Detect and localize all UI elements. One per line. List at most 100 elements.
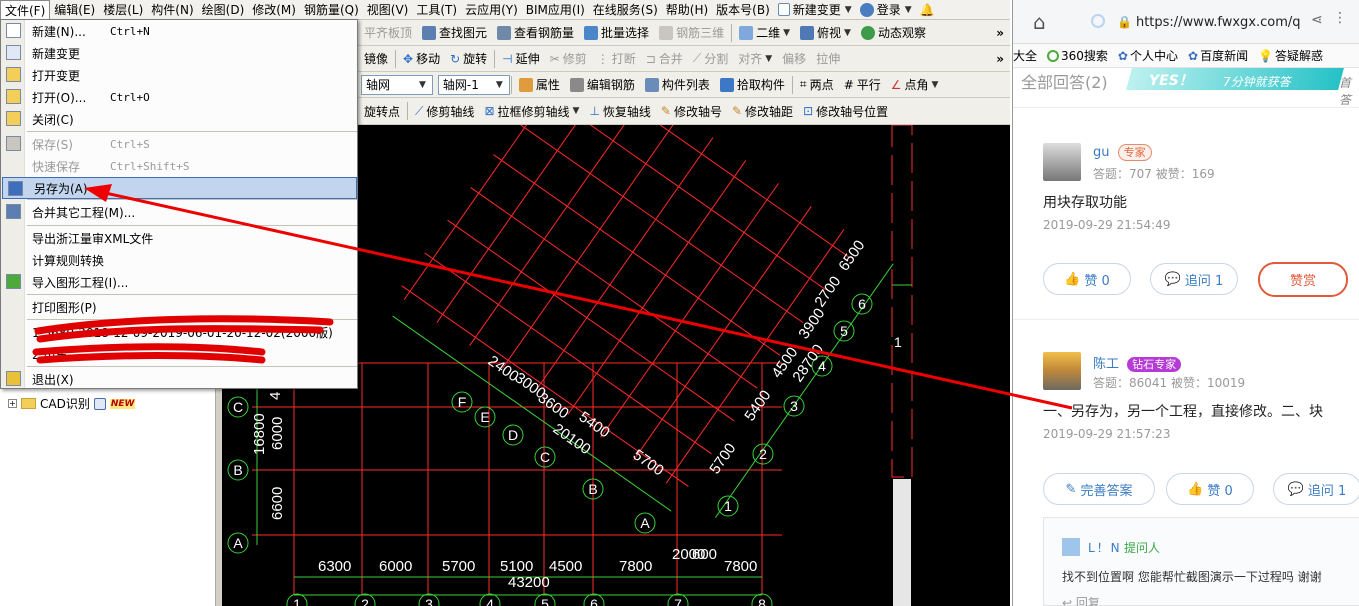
bookmark-all[interactable]: 大全 (1013, 47, 1037, 64)
rebar-3d-button[interactable]: 钢筋三维 (654, 22, 729, 44)
offset-button[interactable]: 偏移 (777, 48, 811, 70)
file-menu-item-1[interactable]: 新建变更 (1, 42, 357, 64)
menu-floor[interactable]: 楼层(L) (99, 0, 147, 20)
break-button[interactable]: ⋮ 打断 (592, 48, 641, 70)
answer-1-followup-button[interactable]: 💬 追问 1 (1150, 263, 1238, 295)
modify-axis-distance-button[interactable]: ✎ 修改轴距 (727, 100, 798, 122)
file-menu-item-8[interactable]: 合并其它工程(M)... (1, 201, 357, 223)
login-button[interactable]: 登录 ▼ (856, 0, 916, 20)
2d-view-dropdown[interactable]: 二维 ▼ (734, 22, 795, 44)
menu-tools[interactable]: 工具(T) (412, 0, 461, 20)
answer-2-author[interactable]: 陈工 钻石专家 (1093, 353, 1182, 372)
menu-version[interactable]: 版本号(B) (712, 0, 774, 20)
point-angle-button[interactable]: ∠ 点角 ▼ (886, 74, 944, 96)
mirror-button[interactable]: 镜像 (359, 48, 393, 70)
bookmark-baidu-news[interactable]: ✿ 百度新闻 (1188, 47, 1248, 64)
comment-author[interactable]: L！N (1088, 539, 1122, 556)
trim-button[interactable]: ✂ 修剪 (545, 48, 592, 70)
tree-item-cad-recognition[interactable]: + CAD识别 NEW (8, 395, 136, 412)
file-menu-item-3[interactable]: 打开(O)... Ctrl+O (1, 86, 357, 108)
file-menu-item-0[interactable]: 新建(N)... Ctrl+N (1, 20, 357, 42)
component-list-button[interactable]: 构件列表 (640, 74, 715, 96)
top-view-dropdown[interactable]: 俯视 ▼ (795, 22, 856, 44)
file-menu-item-2[interactable]: 打开变更 (1, 64, 357, 86)
answer-1-like-button[interactable]: 👍 赞 0 (1043, 263, 1131, 295)
answer-2-like-button[interactable]: 👍 赞 0 (1166, 473, 1254, 505)
menu-modify[interactable]: 修改(M) (248, 0, 300, 20)
box-trim-axis-button[interactable]: ⊠ 拉框修剪轴线 ▼ (479, 100, 584, 122)
more-icon[interactable]: ⋮ (1333, 10, 1347, 26)
canvas-side-strip (893, 479, 911, 606)
batch-select-button[interactable]: 批量选择 (579, 22, 654, 44)
file-menu-item-5[interactable]: 保存(S) Ctrl+S (1, 133, 357, 155)
file-menu-item-14[interactable]: 2 山东… (1, 343, 357, 365)
avatar[interactable] (1043, 143, 1081, 181)
modify-axis-number-button[interactable]: ✎ 修改轴号 (656, 100, 727, 122)
file-menu-item-7[interactable]: 另存为(A) (2, 177, 357, 199)
toolbar-overflow-icon[interactable]: » (996, 26, 1010, 40)
move-button[interactable]: ✥ 移动 (398, 48, 445, 70)
answer-2-improve-button[interactable]: ✎ 完善答案 (1043, 473, 1155, 505)
extend-button[interactable]: ⊣ 延伸 (497, 48, 544, 70)
edit-rebar-button[interactable]: 编辑钢筋 (565, 74, 640, 96)
toolbar-overflow-icon[interactable]: » (996, 52, 1010, 66)
menu-component[interactable]: 构件(N) (147, 0, 197, 20)
menu-cloud[interactable]: 云应用(Y) (461, 0, 522, 20)
file-menu-item-9[interactable]: 导出浙江量审XML文件 (1, 227, 357, 249)
modify-axis-position-button[interactable]: ⊡ 修改轴号位置 (798, 100, 893, 122)
find-element-button[interactable]: 查找图元 (417, 22, 492, 44)
file-menu-item-4[interactable]: 关闭(C) (1, 108, 357, 130)
menu-bim[interactable]: BIM应用(I) (522, 0, 589, 20)
align-button[interactable]: 对齐 ▼ (733, 48, 777, 70)
dynamic-observe-button[interactable]: 动态观察 (856, 22, 931, 44)
answer-1-reward-button[interactable]: 赞赏 (1258, 262, 1348, 297)
menu-file[interactable]: 文件(F) (0, 0, 51, 20)
share-icon[interactable]: ⋖ (1311, 12, 1323, 28)
promo-text: 7分钟就获答 (1223, 75, 1291, 89)
split-button[interactable]: ⟋ 分割 (688, 48, 733, 70)
followup-comment: L！N 提问人 找不到位置啊 您能帮忙截图演示一下过程吗 谢谢 ↩ 回复 (1043, 517, 1359, 606)
answer-1-author[interactable]: gu 专家 (1093, 144, 1152, 161)
file-menu-item-12[interactable]: 打印图形(P) (1, 296, 357, 318)
two-points-button[interactable]: ⌗ 两点 (795, 74, 839, 96)
parallel-button[interactable]: # 平行 (839, 74, 886, 96)
file-menu-item-6[interactable]: 快速保存 Ctrl+Shift+S (1, 155, 357, 177)
comment-reply-link[interactable]: ↩ 回复 (1062, 594, 1100, 606)
view-rebar-button[interactable]: 查看钢筋量 (492, 22, 579, 44)
find-icon (422, 25, 437, 40)
properties-button[interactable]: 属性 (514, 74, 565, 96)
file-menu-item-10[interactable]: 计算规则转换 (1, 249, 357, 271)
avatar[interactable] (1043, 352, 1081, 390)
rotate-button[interactable]: ↻ 旋转 (445, 48, 492, 70)
menu-rebar-quantity[interactable]: 钢筋量(Q) (300, 0, 363, 20)
answer-2-followup-button[interactable]: 💬 追问 1 (1273, 473, 1359, 505)
chevron-down-icon[interactable]: ▼ (496, 80, 503, 90)
file-menu-item-13[interactable]: 1 3680-2018-12-09-2019-06-01-20-12-02(20… (1, 321, 357, 343)
file-menu-item-15[interactable]: 退出(X) (1, 368, 357, 390)
menu-online-service[interactable]: 在线服务(S) (589, 0, 662, 20)
align-top-button[interactable]: 平齐板顶 (359, 22, 417, 44)
expand-icon[interactable]: + (8, 399, 17, 408)
merge-button[interactable]: ⊐ 合并 (641, 48, 688, 70)
pick-component-button[interactable]: 拾取构件 (715, 74, 790, 96)
menu-draw[interactable]: 绘图(D) (198, 0, 249, 20)
trim-axis-button[interactable]: ⟋ 修剪轴线 (410, 100, 479, 122)
answer-divider (1013, 319, 1359, 320)
menu-edit[interactable]: 编辑(E) (50, 0, 99, 20)
new-change-button[interactable]: 新建变更 ▼ (774, 0, 856, 20)
restore-axis-button[interactable]: ⊥ 恢复轴线 (584, 100, 655, 122)
bookmark-360-search[interactable]: 360搜索 (1047, 47, 1108, 64)
chevron-down-icon[interactable]: ▼ (419, 80, 426, 90)
file-menu-item-11[interactable]: 导入图形工程(I)... (1, 271, 357, 293)
menu-help[interactable]: 帮助(H) (662, 0, 712, 20)
menu-view[interactable]: 视图(V) (363, 0, 413, 20)
rot-axis-v-4 (493, 154, 781, 356)
comment-icon: 💬 (1164, 271, 1181, 287)
home-icon[interactable]: ⌂ (1033, 10, 1046, 34)
url-field[interactable]: 🔒 https://www.fwxgx.com/q (1117, 10, 1327, 34)
rotate-point-button[interactable]: 旋转点 (359, 100, 405, 122)
bookmark-personal-center[interactable]: ✿ 个人中心 (1118, 47, 1178, 64)
stretch-button[interactable]: 拉伸 (811, 48, 845, 70)
bookmark-qa[interactable]: 💡 答疑解惑 (1258, 47, 1323, 64)
notification-bell-icon[interactable]: 🔔 (916, 0, 939, 20)
